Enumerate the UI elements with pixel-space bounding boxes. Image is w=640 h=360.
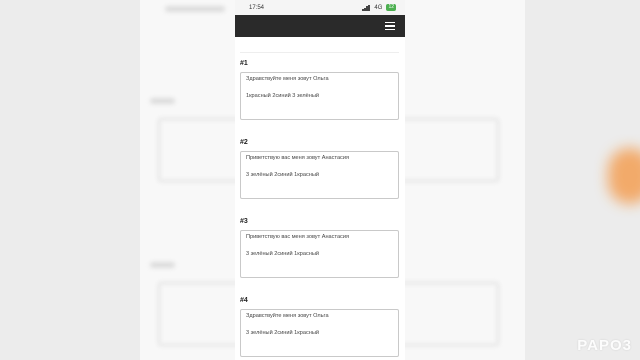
watermark-logo: PAPO3 bbox=[577, 337, 632, 354]
background-box bbox=[405, 118, 499, 182]
background-box bbox=[405, 282, 499, 346]
entry-number: #3 bbox=[240, 218, 248, 225]
answer-textarea[interactable]: Здравствуйте меня зовут Ольга 1красный 2… bbox=[240, 72, 399, 120]
background-left-blur bbox=[0, 0, 235, 360]
hamburger-menu-icon[interactable] bbox=[385, 22, 395, 30]
answer-line: 3 зелёный 2синий 1красный bbox=[246, 251, 319, 257]
answer-entry: #1 Здравствуйте меня зовут Ольга 1красны… bbox=[240, 60, 399, 139]
answer-textarea[interactable]: Здравствуйте меня зовут Ольга 3 зелёный … bbox=[240, 309, 399, 357]
phone-screen: 17:54 4G 12 #1 Здравствуйте меня зовут О… bbox=[235, 0, 405, 360]
background-box bbox=[158, 282, 235, 346]
answer-line: 3 зелёный 2синий 1красный bbox=[246, 330, 319, 336]
answer-entry: #2 Приветствую вас меня зовут Анастасия … bbox=[240, 139, 399, 218]
background-line bbox=[150, 262, 175, 268]
background-line bbox=[150, 98, 175, 104]
answer-textarea[interactable]: Приветствую вас меня зовут Анастасия 3 з… bbox=[240, 151, 399, 199]
answer-line: 1красный 2синий 3 зелёный bbox=[246, 93, 319, 99]
answer-entry: #4 Здравствуйте меня зовут Ольга 3 зелён… bbox=[240, 297, 399, 360]
status-indicators: 4G 12 bbox=[362, 4, 396, 11]
answer-textarea[interactable]: Приветствую вас меня зовут Анастасия 3 з… bbox=[240, 230, 399, 278]
answer-line: Приветствую вас меня зовут Анастасия bbox=[246, 155, 350, 161]
signal-icon bbox=[362, 4, 370, 11]
entry-number: #4 bbox=[240, 297, 248, 304]
answer-line: Здравствуйте меня зовут Ольга bbox=[246, 313, 329, 319]
answer-line: 3 зелёный 2синий 1красный bbox=[246, 172, 319, 178]
background-orange-blur bbox=[608, 148, 640, 204]
background-right-blur bbox=[405, 0, 640, 360]
background-box bbox=[158, 118, 235, 182]
entry-number: #2 bbox=[240, 139, 248, 146]
divider bbox=[240, 52, 399, 53]
status-bar: 17:54 4G 12 bbox=[235, 0, 405, 15]
status-time: 17:54 bbox=[249, 4, 265, 11]
answer-entry: #3 Приветствую вас меня зовут Анастасия … bbox=[240, 218, 399, 297]
battery-icon: 12 bbox=[386, 4, 396, 11]
top-navbar bbox=[235, 15, 405, 37]
answer-line: Здравствуйте меня зовут Ольга bbox=[246, 76, 329, 82]
network-type: 4G bbox=[374, 4, 383, 11]
background-line bbox=[165, 6, 225, 12]
answers-list: #1 Здравствуйте меня зовут Ольга 1красны… bbox=[235, 52, 405, 360]
answer-line: Приветствую вас меня зовут Анастасия bbox=[246, 234, 350, 240]
entry-number: #1 bbox=[240, 60, 248, 67]
